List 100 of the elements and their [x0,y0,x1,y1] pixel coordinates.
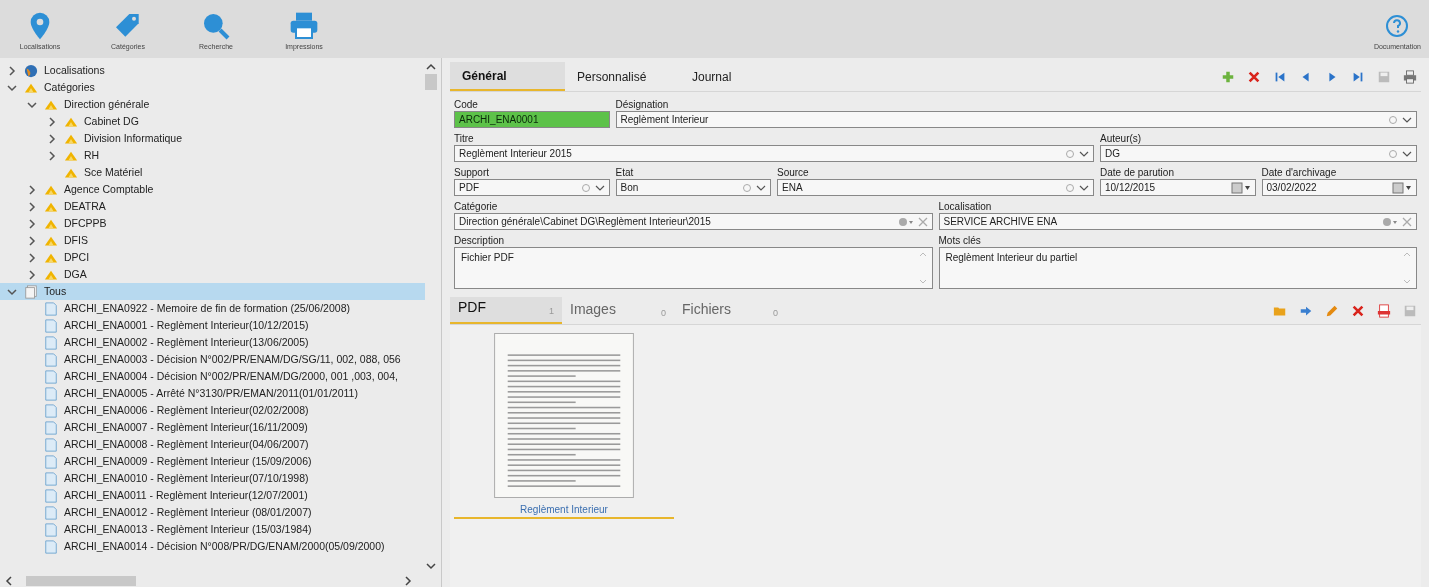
tree-item[interactable]: Tous [0,283,425,300]
chevron-up-icon[interactable] [426,62,436,72]
chevron-down-icon[interactable] [7,286,17,297]
chevron-right-icon[interactable] [27,252,37,263]
tree-label: ARCHI_ENA0008 - Reglèment Interieur(04/06/2007) [64,436,309,452]
tree-item[interactable]: ARCHI_ENA0008 - Reglèment Interieur(04/06/2007) [0,436,425,453]
tree-item[interactable]: DEATRA [0,198,425,215]
tree-item[interactable]: Localisations [0,62,425,79]
tree-item[interactable]: ARCHI_ENA0007 - Reglèment Interieur(16/11/2009) [0,419,425,436]
close-icon[interactable] [1402,216,1412,227]
tree-label: ARCHI_ENA0006 - Reglèment Interieur(02/02/2008) [64,402,309,418]
chevron-right-icon[interactable] [47,150,57,161]
chevron-right-icon[interactable] [47,133,57,144]
close-icon[interactable] [1351,303,1365,318]
chevron-left-icon[interactable] [4,576,14,586]
tab[interactable]: PDF 1 [450,297,562,324]
tree-item[interactable]: Catégories [0,79,425,96]
tree-item[interactable]: DGA [0,266,425,283]
tree-item[interactable]: Division Informatique [0,130,425,147]
tree-item[interactable]: Direction générale [0,96,425,113]
globe-icon [24,63,38,78]
combo-field[interactable]: Reglèment Interieur 2015 [454,145,1094,162]
tree-label: ARCHI_ENA0010 - Reglèment Interieur(07/10/1998) [64,470,309,486]
tree-item[interactable]: DPCI [0,249,425,266]
chevron-down-icon[interactable] [426,561,436,571]
document-icon [44,352,58,367]
chevron-right-icon[interactable] [27,269,37,280]
code-field[interactable]: ARCHI_ENA0001 [454,111,610,128]
document-icon [44,420,58,435]
tree-item[interactable]: Sce Matériel [0,164,425,181]
chevron-down-icon[interactable] [7,82,17,93]
tab[interactable]: Journal [680,62,795,91]
scroll-thumb[interactable] [26,576,136,586]
scroll-thumb[interactable] [425,73,437,90]
tree-item[interactable]: ARCHI_ENA0010 - Reglèment Interieur(07/10/1998) [0,470,425,487]
tab[interactable]: Fichiers 0 [674,297,786,324]
date-field[interactable]: 10/12/2015 [1100,179,1256,196]
tree-item[interactable]: ARCHI_ENA0922 - Memoire de fin de formation (25/06/2008) [0,300,425,317]
tree-item[interactable]: ARCHI_ENA0011 - Reglèment Interieur(12/07/2001) [0,487,425,504]
chevron-right-icon[interactable] [403,576,413,586]
help-icon [1385,13,1410,38]
text-area[interactable]: Fichier PDF [454,247,933,289]
tree-item[interactable]: ARCHI_ENA0001 - Reglèment Interieur(10/12/2015) [0,317,425,334]
tree-label: Direction générale [64,96,150,112]
field-label: Etat [615,166,635,179]
chevron-right-icon[interactable] [27,235,37,246]
tab[interactable]: Images 0 [562,297,674,324]
text-area[interactable]: Reglèment Interieur du partiel [938,247,1417,289]
date-field[interactable]: 03/02/2022 [1261,179,1417,196]
combo-field[interactable]: ENA [777,179,1094,196]
plus-icon[interactable] [1221,69,1235,84]
tree-label: ARCHI_ENA0922 - Memoire de fin de formation (25/06/2008) [64,300,350,316]
tree-label: ARCHI_ENA0007 - Reglèment Interieur(16/11/2009) [64,419,308,435]
tree-item[interactable]: ARCHI_ENA0006 - Reglèment Interieur(02/02/2008) [0,402,425,419]
combo-field[interactable]: Bon [615,179,771,196]
tree-item[interactable]: DFCPPB [0,215,425,232]
combo-field[interactable]: PDF [454,179,610,196]
chevron-right-icon[interactable] [27,184,37,195]
tree-label: ARCHI_ENA0014 - Décision N°008/PR/DG/ENAM/2000(05/09/2000) [64,538,385,554]
combo-field[interactable]: SERVICE ARCHIVE ENA [938,213,1417,230]
combo-field[interactable]: Reglèment Interieur [615,111,1417,128]
tree-label: Agence Comptable [64,181,154,197]
tree-item[interactable]: ARCHI_ENA0002 - Reglèment Interieur(13/06/2005) [0,334,425,351]
tree-item[interactable]: ARCHI_ENA0009 - Reglèment Interieur (15/09/2006) [0,453,425,470]
tree-item[interactable]: ARCHI_ENA0005 - Arrêté N°3130/PR/EMAN/2011(01/01/2011) [0,385,425,402]
field-label: Auteur(s) [1100,132,1143,145]
tree-label: DPCI [64,249,90,265]
documents-icon [24,284,38,299]
tab[interactable]: Général [450,62,565,91]
pencil-icon[interactable] [1325,303,1339,318]
tree-item[interactable]: ARCHI_ENA0012 - Reglèment Interieur (08/01/2007) [0,504,425,521]
pdf-icon[interactable] [1377,303,1391,318]
calendar-icon[interactable] [1392,181,1412,194]
chevron-down-icon[interactable] [27,99,37,110]
tree-item[interactable]: ARCHI_ENA0014 - Décision N°008/PR/DG/ENAM/2000(05/09/2000) [0,538,425,555]
calendar-icon[interactable] [1230,181,1251,194]
tab[interactable]: Personnalisé [565,62,680,91]
tree-item[interactable]: Cabinet DG [0,113,425,130]
tree-label: Tous [44,283,67,299]
chevron-right-icon[interactable] [7,65,17,76]
document-icon [44,318,58,333]
close-icon[interactable] [1247,69,1261,84]
tree-label: Cabinet DG [84,113,139,129]
document-thumbnail[interactable]: Reglèment Interieur [454,329,674,519]
tree-item[interactable]: DFIS [0,232,425,249]
tree-item[interactable]: Agence Comptable [0,181,425,198]
chevron-right-icon[interactable] [27,218,37,229]
tree-item[interactable]: ARCHI_ENA0013 - Reglèment Interieur (15/03/1984) [0,521,425,538]
printer-icon[interactable] [1403,69,1417,84]
tree-item[interactable]: ARCHI_ENA0003 - Décision N°002/PR/ENAM/DG/SG/11, 002, 088, 056 [0,351,425,368]
combo-field[interactable]: Direction générale\Cabinet DG\Reglèment Interieur\2015 [454,213,933,230]
chevron-right-icon[interactable] [47,116,57,127]
tree-item[interactable]: RH [0,147,425,164]
tree-label: Division Informatique [84,130,183,146]
dropdown-icon[interactable] [897,216,914,227]
tree-item[interactable]: ARCHI_ENA0004 - Décision N°002/PR/ENAM/DG/2000, 001 ,003, 004, [0,368,425,385]
combo-field[interactable]: DG [1100,145,1417,162]
dropdown-icon[interactable] [1382,216,1398,227]
close-icon[interactable] [917,216,928,227]
chevron-right-icon[interactable] [27,201,37,212]
